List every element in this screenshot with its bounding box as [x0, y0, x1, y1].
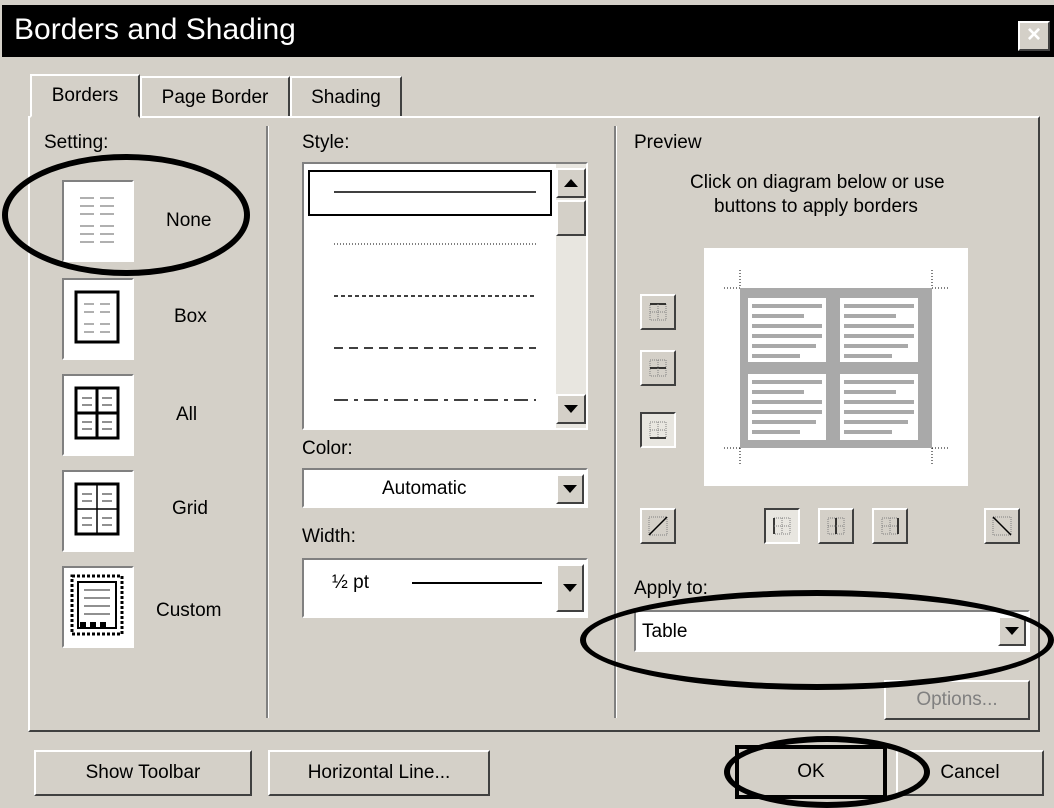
- preview-hint-line1: Click on diagram below or use: [690, 172, 945, 193]
- setting-box-label: Box: [174, 306, 207, 327]
- preview-hint-line2: buttons to apply borders: [714, 196, 918, 217]
- all-setting-icon: [74, 386, 120, 440]
- tab-page-border-label: Page Border: [161, 87, 269, 108]
- show-toolbar-button[interactable]: Show Toolbar: [34, 750, 252, 796]
- highlight-oval-ok: [724, 736, 930, 808]
- tab-borders[interactable]: Borders: [30, 74, 140, 118]
- highlight-oval-none: [2, 154, 250, 276]
- setting-custom-label: Custom: [156, 600, 222, 621]
- tab-page-border[interactable]: Page Border: [140, 76, 290, 118]
- title-bar: Borders and Shading ×: [2, 5, 1054, 57]
- preview-label: Preview: [634, 132, 702, 153]
- preview-table-drawing: [724, 270, 948, 466]
- setting-grid-label: Grid: [172, 498, 208, 519]
- setting-all-button[interactable]: [62, 374, 134, 456]
- color-dropdown-arrow[interactable]: [556, 474, 584, 504]
- style-label: Style:: [302, 132, 350, 153]
- setting-grid-button[interactable]: [62, 470, 134, 552]
- close-button[interactable]: ×: [1018, 21, 1050, 51]
- inside-horizontal-border-icon: [649, 359, 667, 377]
- top-border-button[interactable]: [640, 294, 676, 330]
- style-scrollbar[interactable]: [556, 164, 586, 428]
- diagonal-up-border-button[interactable]: [640, 508, 676, 544]
- custom-setting-icon: [70, 574, 124, 636]
- horizontal-line-button[interactable]: Horizontal Line...: [268, 750, 490, 796]
- inside-vertical-border-button[interactable]: [818, 508, 854, 544]
- setting-label: Setting:: [44, 132, 109, 153]
- diagonal-up-icon: [648, 516, 668, 536]
- bottom-border-icon: [649, 421, 667, 439]
- grid-setting-icon: [74, 482, 120, 536]
- highlight-oval-apply-to: [580, 590, 1054, 690]
- scroll-down-button[interactable]: [556, 394, 586, 424]
- width-line-sample: [412, 582, 542, 584]
- width-dropdown[interactable]: ½ pt: [302, 558, 588, 618]
- scroll-thumb[interactable]: [556, 200, 586, 236]
- style-line-samples: [334, 191, 536, 401]
- preview-diagram[interactable]: [704, 248, 968, 486]
- bottom-border-button[interactable]: [640, 412, 676, 448]
- diagonal-down-icon: [992, 516, 1012, 536]
- tab-shading-label: Shading: [311, 87, 381, 108]
- left-border-button[interactable]: [764, 508, 800, 544]
- color-value: Automatic: [382, 478, 467, 499]
- setting-custom-button[interactable]: [62, 566, 134, 648]
- left-border-icon: [773, 517, 791, 535]
- style-list[interactable]: [302, 162, 588, 430]
- cancel-button-label: Cancel: [940, 762, 1000, 783]
- scroll-up-button[interactable]: [556, 168, 586, 198]
- options-button-label: Options...: [916, 689, 998, 710]
- show-toolbar-label: Show Toolbar: [85, 762, 201, 783]
- setting-all-label: All: [176, 404, 198, 425]
- color-dropdown[interactable]: Automatic: [302, 468, 588, 508]
- horizontal-line-label: Horizontal Line...: [307, 762, 451, 783]
- top-border-icon: [649, 303, 667, 321]
- width-dropdown-arrow[interactable]: [556, 564, 584, 612]
- divider-left: [266, 126, 269, 718]
- right-border-icon: [881, 517, 899, 535]
- width-label: Width:: [302, 526, 356, 547]
- tab-shading[interactable]: Shading: [290, 76, 402, 118]
- setting-box-button[interactable]: [62, 278, 134, 360]
- window-title: Borders and Shading: [14, 13, 296, 46]
- right-border-button[interactable]: [872, 508, 908, 544]
- close-icon: ×: [1026, 21, 1041, 48]
- diagonal-down-border-button[interactable]: [984, 508, 1020, 544]
- borders-and-shading-dialog: Borders and Shading × Borders Page Borde…: [0, 0, 1054, 808]
- inside-vertical-border-icon: [827, 517, 845, 535]
- width-value: ½ pt: [332, 572, 369, 593]
- inside-horizontal-border-button[interactable]: [640, 350, 676, 386]
- color-label: Color:: [302, 438, 353, 459]
- tab-borders-label: Borders: [51, 85, 119, 106]
- box-setting-icon: [74, 290, 120, 344]
